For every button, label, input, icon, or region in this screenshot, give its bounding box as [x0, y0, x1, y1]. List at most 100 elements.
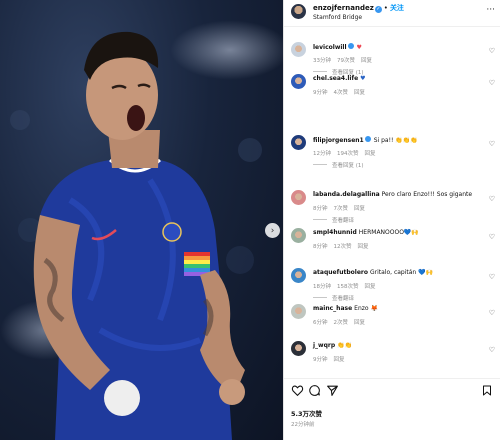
post-sidebar: enzojfernandez ✓ • 关注 Stamford Bridge ··· l… — [283, 0, 500, 440]
comment-list: levicolwill ♥ 33分钟 79次赞 回复 查看回复 (1) ♡ chel.sea4… — [284, 27, 500, 377]
comment-text-line: filipjorgensen1 Si pa!! 👏👏👏 — [313, 136, 418, 144]
comment-meta: 8分钟 12次赞 回复 — [313, 242, 375, 250]
post-header: enzojfernandez ✓ • 关注 Stamford Bridge ··· — [284, 0, 500, 27]
comment-meta: 18分钟 158次赞 回复 — [313, 282, 382, 290]
comment-text-line: mainc_hase Enzo 🦊 — [313, 305, 378, 312]
author-avatar[interactable] — [291, 4, 306, 19]
commenter-avatar[interactable] — [291, 341, 306, 356]
comment-time: 18分钟 — [313, 284, 331, 290]
comment-text-line: j_wqrp 👏👏 — [313, 342, 352, 349]
comment-body: HERMANOOOO💙🙌 — [358, 229, 419, 236]
follow-button[interactable]: 关注 — [390, 4, 404, 12]
comment-text-line: smpl4hunnid HERMANOOOO💙🙌 — [313, 229, 419, 236]
comment-likes[interactable]: 12次赞 — [334, 244, 352, 250]
commenter-username[interactable]: labanda.delagallina — [313, 191, 380, 198]
commenter-username[interactable]: chel.sea4.life — [313, 75, 358, 82]
view-replies-button[interactable]: 查看翻译 — [313, 216, 354, 224]
comment-heart-icon[interactable]: ♡ — [489, 346, 495, 354]
reply-button[interactable]: 回复 — [354, 320, 365, 326]
player-illustration — [10, 31, 262, 440]
comment-body: Si pa!! 👏👏👏 — [373, 137, 418, 144]
reply-button[interactable]: 回复 — [365, 151, 376, 157]
reply-button[interactable]: 回复 — [354, 90, 365, 96]
reply-button[interactable]: 回复 — [361, 58, 372, 64]
more-options-icon[interactable]: ··· — [486, 5, 495, 15]
comment-likes[interactable]: 7次赞 — [334, 206, 349, 212]
view-replies-button[interactable]: 查看回复 (1) — [313, 161, 364, 169]
post-photo: › — [0, 0, 283, 440]
next-photo-button[interactable]: › — [265, 223, 280, 238]
comment-time: 33分钟 — [313, 58, 331, 64]
share-icon[interactable] — [326, 384, 339, 397]
commenter-username[interactable]: levicolwill — [313, 44, 347, 51]
comment-time: 6分钟 — [313, 320, 328, 326]
commenter-username[interactable]: ataquefutbolero — [313, 269, 368, 276]
comment-heart-icon[interactable]: ♡ — [489, 233, 495, 241]
comment-likes[interactable]: 4次赞 — [334, 90, 349, 96]
action-bar: 5.3万次赞 22分钟前 — [284, 378, 500, 440]
comment-likes[interactable]: 158次赞 — [337, 284, 359, 290]
commenter-avatar[interactable] — [291, 304, 306, 319]
comment-text-line: levicolwill ♥ — [313, 43, 362, 51]
comment-meta: 12分钟 194次赞 回复 — [313, 149, 382, 157]
post-time: 22分钟前 — [291, 422, 315, 428]
comment-heart-icon[interactable]: ♡ — [489, 309, 495, 317]
comment-item: j_wqrp 👏👏 9分钟 回复 ♡ — [284, 340, 500, 374]
commenter-avatar[interactable] — [291, 228, 306, 243]
comment-likes[interactable]: 79次赞 — [337, 58, 355, 64]
commenter-username[interactable]: mainc_hase — [313, 305, 352, 312]
commenter-avatar[interactable] — [291, 268, 306, 283]
commenter-username[interactable]: smpl4hunnid — [313, 229, 357, 236]
comment-body: Enzo 🦊 — [354, 305, 378, 312]
comment-heart-icon[interactable]: ♡ — [489, 47, 495, 55]
comment-text-line: ataquefutbolero Gritalo, capitán 💙🙌 — [313, 269, 433, 276]
comment-likes[interactable]: 194次赞 — [337, 151, 359, 157]
likes-count[interactable]: 5.3万次赞 — [291, 408, 322, 418]
commenter-username[interactable]: j_wqrp — [313, 342, 335, 349]
reply-button[interactable]: 回复 — [354, 206, 365, 212]
comment-heart-icon[interactable]: ♡ — [489, 140, 495, 148]
comment-time: 8分钟 — [313, 244, 328, 250]
comment-time: 8分钟 — [313, 206, 328, 212]
comment-likes[interactable]: 2次赞 — [334, 320, 349, 326]
comment-item: filipjorgensen1 Si pa!! 👏👏👏 12分钟 194次赞 回复 查看回… — [284, 134, 500, 169]
author-username[interactable]: enzojfernandez — [313, 4, 374, 12]
comment-body: Gritalo, capitán 💙🙌 — [369, 269, 434, 276]
commenter-avatar[interactable] — [291, 42, 306, 57]
comment-text-line: labanda.delagallina Pero claro Enzo!!! So… — [313, 191, 472, 198]
comment-heart-icon[interactable]: ♡ — [489, 79, 495, 87]
post-location[interactable]: Stamford Bridge — [313, 14, 362, 21]
comment-body: 👏👏 — [337, 342, 353, 349]
verified-badge-icon: ✓ — [374, 6, 382, 13]
comment-icon[interactable] — [308, 384, 321, 397]
reply-button[interactable]: 回复 — [365, 284, 376, 290]
comment-meta: 9分钟 回复 — [313, 355, 351, 363]
comment-body: ♥ — [360, 75, 366, 82]
author-line: enzojfernandez ✓ • 关注 — [313, 3, 404, 13]
comment-meta: 33分钟 79次赞 回复 — [313, 56, 378, 64]
comment-time: 9分钟 — [313, 357, 328, 363]
comment-item: ataquefutbolero Gritalo, capitán 💙🙌 18分钟 15… — [284, 267, 500, 302]
comment-text-line: chel.sea4.life ♥ — [313, 75, 366, 82]
reply-button[interactable]: 回复 — [358, 244, 369, 250]
reply-button[interactable]: 回复 — [334, 357, 345, 363]
commenter-avatar[interactable] — [291, 74, 306, 89]
comment-meta: 9分钟 4次赞 回复 — [313, 88, 371, 96]
comment-time: 9分钟 — [313, 90, 328, 96]
commenter-username[interactable]: filipjorgensen1 — [313, 137, 364, 144]
verified-badge-icon — [347, 43, 354, 49]
bookmark-icon[interactable] — [481, 384, 493, 397]
comment-time: 12分钟 — [313, 151, 331, 157]
comment-heart-icon[interactable]: ♡ — [489, 273, 495, 281]
heart-icon[interactable] — [291, 384, 304, 397]
comment-body: Pero claro Enzo!!! Sos gigante — [381, 191, 473, 198]
separator-dot: • — [383, 4, 388, 12]
comment-item: labanda.delagallina Pero claro Enzo!!! So… — [284, 189, 500, 224]
commenter-avatar[interactable] — [291, 135, 306, 150]
comment-item: mainc_hase Enzo 🦊 6分钟 2次赞 回复 ♡ — [284, 303, 500, 337]
commenter-avatar[interactable] — [291, 190, 306, 205]
view-replies-button[interactable]: 查看翻译 — [313, 294, 354, 302]
comment-meta: 6分钟 2次赞 回复 — [313, 318, 371, 326]
comment-heart-icon[interactable]: ♡ — [489, 195, 495, 203]
verified-badge-icon — [364, 136, 371, 142]
